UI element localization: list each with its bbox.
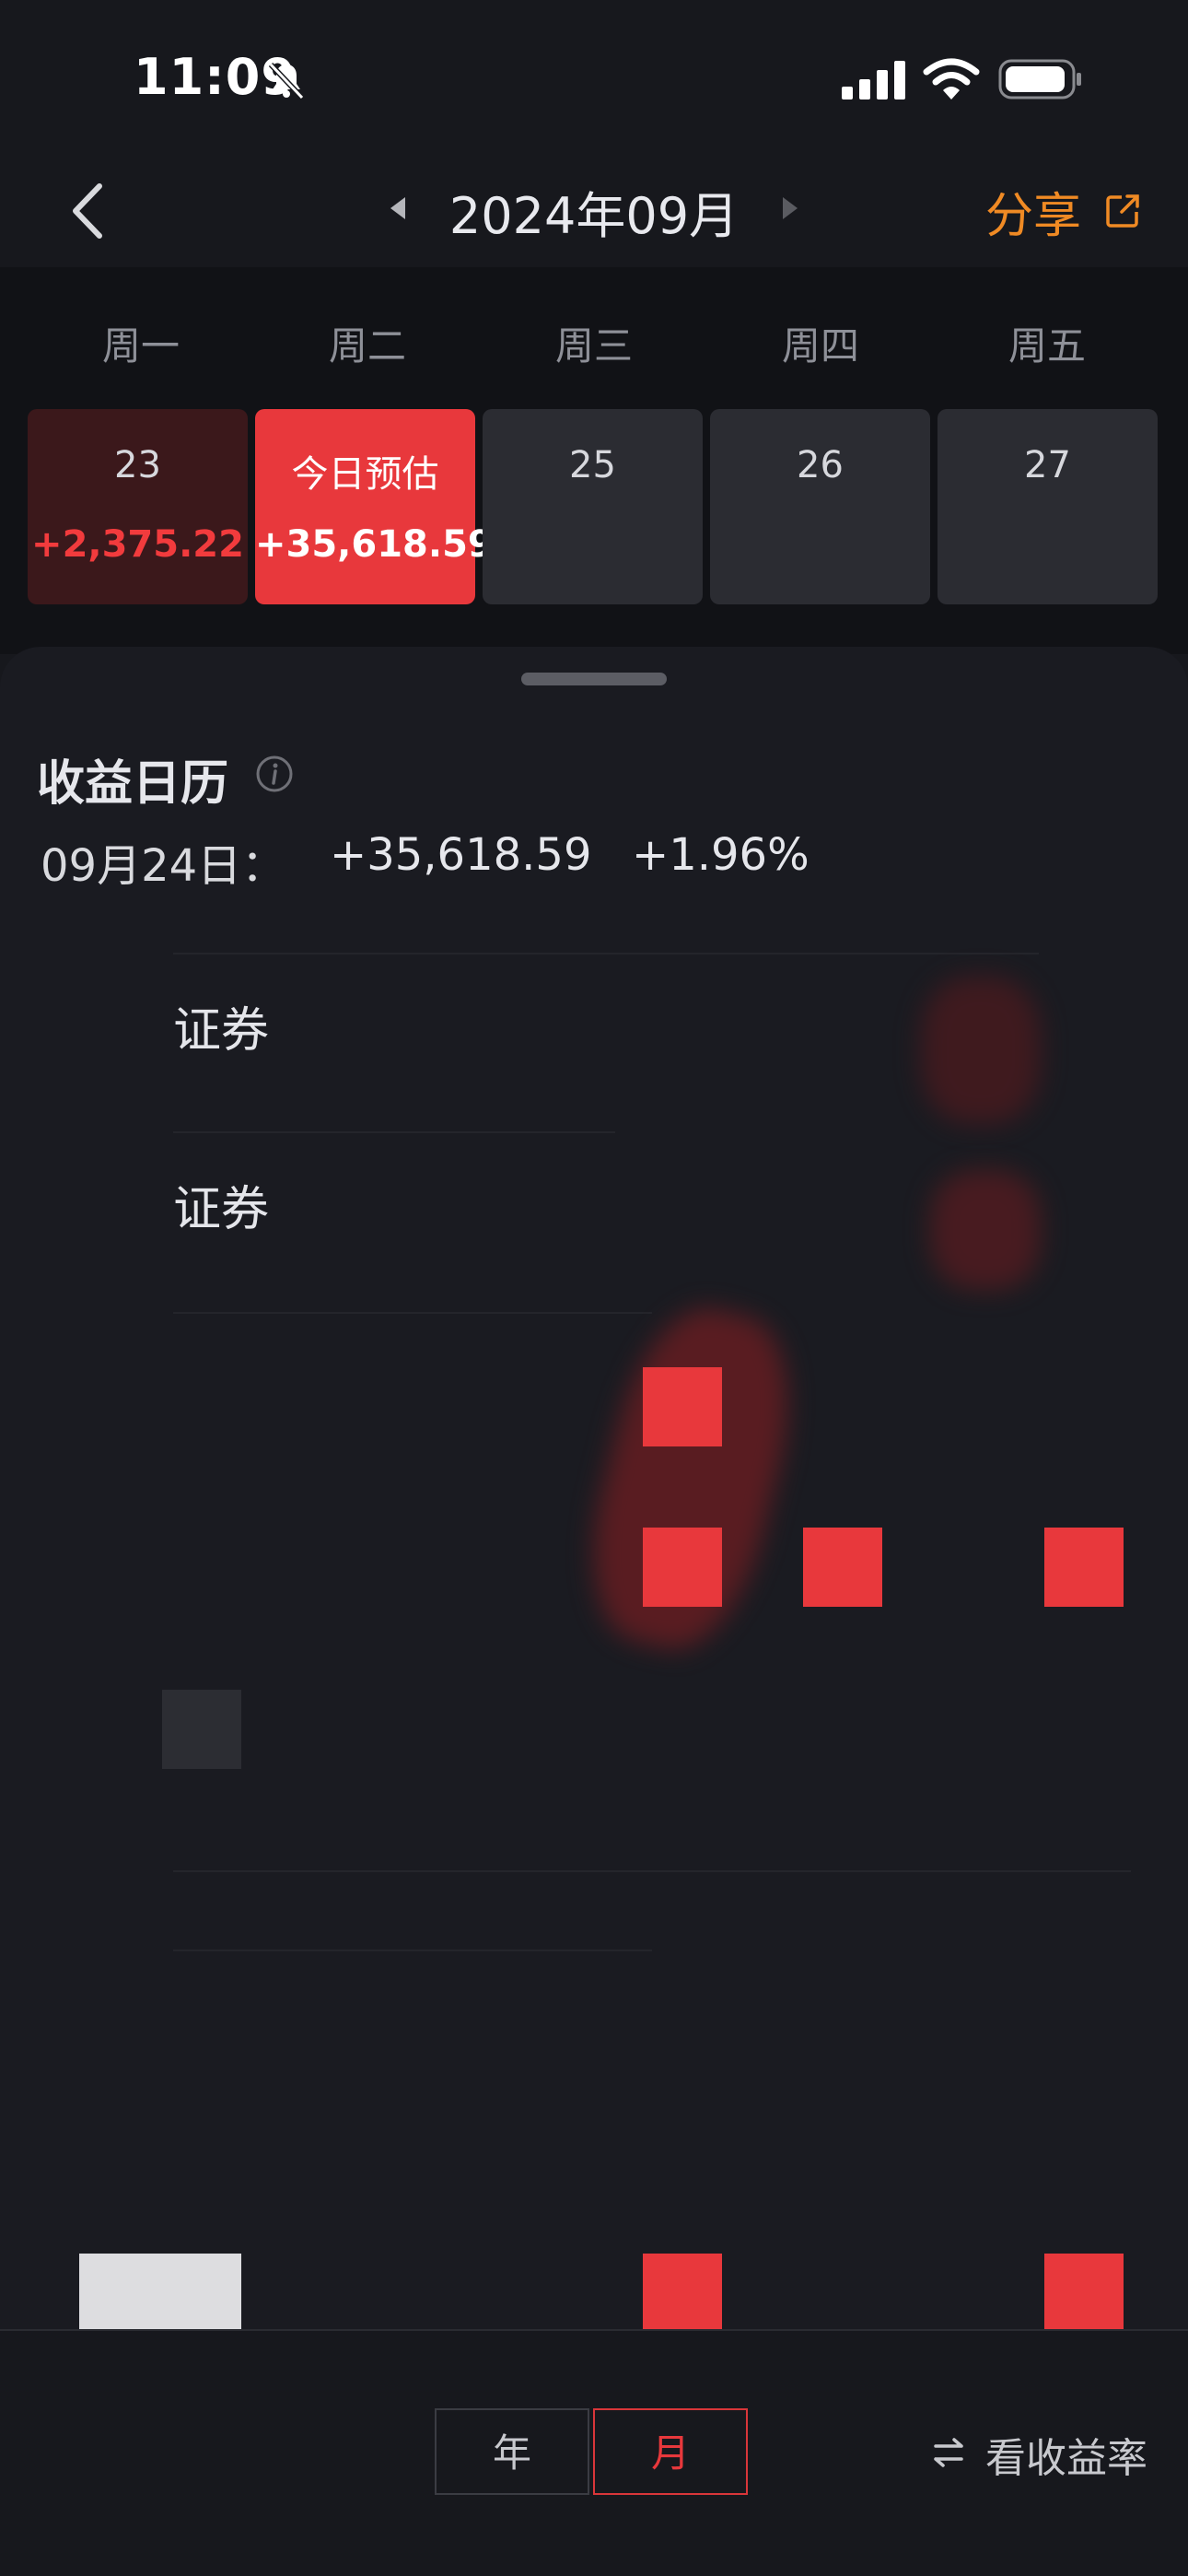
day-number: 23 <box>114 444 161 486</box>
summary-percent: +1.96% <box>632 829 809 881</box>
sheet-title: 收益日历 <box>37 756 229 812</box>
battery-icon <box>998 59 1081 100</box>
bottom-divider <box>0 2329 1188 2331</box>
info-icon[interactable] <box>254 754 295 794</box>
day-number: 今日预估 <box>291 453 439 496</box>
day-amount: +2,375.22 <box>31 523 244 566</box>
day-cell-26[interactable]: 26 <box>710 409 930 604</box>
bell-muted-icon <box>268 62 305 100</box>
weekday-wed: 周三 <box>554 323 633 369</box>
month-title: 2024年09月 <box>448 187 740 245</box>
sheet-drag-handle[interactable] <box>521 673 667 685</box>
weekday-fri: 周五 <box>1007 323 1086 369</box>
day-number: 27 <box>1024 444 1071 486</box>
day-number: 26 <box>797 444 844 486</box>
segment-month[interactable]: 月 <box>593 2408 748 2495</box>
day-cell-27[interactable]: 27 <box>938 409 1158 604</box>
texture-smudge <box>930 1170 1041 1290</box>
prev-month-arrow-icon[interactable] <box>387 195 409 221</box>
cellular-signal-icon <box>842 61 905 100</box>
divider <box>173 1950 652 1951</box>
segment-year[interactable]: 年 <box>435 2408 589 2495</box>
day-cell-today[interactable]: 今日预估 +35,618.59 <box>255 409 494 604</box>
calendar-day-profit[interactable] <box>803 1528 882 1607</box>
summary-amount: +35,618.59 <box>330 829 592 881</box>
divider <box>173 1870 1131 1872</box>
calendar-day-flat[interactable] <box>162 1690 241 1769</box>
weekday-mon: 周一 <box>101 323 180 369</box>
wifi-icon <box>923 58 980 100</box>
weekday-tue: 周二 <box>328 323 406 369</box>
account-row-label[interactable]: 证券 <box>173 1170 269 1239</box>
texture-smudge <box>921 977 1041 1124</box>
account-row-label[interactable]: 证券 <box>173 991 269 1060</box>
view-rate-toggle[interactable]: 看收益率 <box>985 2425 1147 2484</box>
next-month-arrow-icon[interactable] <box>779 195 801 221</box>
swap-arrows-icon[interactable] <box>930 2436 967 2469</box>
share-button[interactable]: 分享 <box>985 177 1081 246</box>
external-share-icon[interactable] <box>1103 192 1142 230</box>
calendar-day-profit[interactable] <box>1044 2254 1124 2329</box>
back-chevron-icon[interactable] <box>66 179 112 243</box>
day-cell-25[interactable]: 25 <box>483 409 703 604</box>
weekday-thu: 周四 <box>781 323 859 369</box>
calendar-day-selected[interactable] <box>79 2254 241 2329</box>
summary-date: 09月24日： <box>41 840 286 892</box>
day-amount: +35,618.59 <box>255 523 494 566</box>
day-cell-23[interactable]: 23 +2,375.22 <box>28 409 248 604</box>
calendar-day-profit[interactable] <box>1044 1528 1124 1607</box>
divider <box>173 953 1039 954</box>
calendar-day-profit[interactable] <box>643 1367 722 1446</box>
profit-calendar-sheet <box>0 647 1188 2329</box>
divider <box>173 1131 615 1133</box>
day-number: 25 <box>569 444 616 486</box>
calendar-day-profit[interactable] <box>643 2254 722 2329</box>
calendar-day-profit[interactable] <box>643 1528 722 1607</box>
divider <box>173 1312 652 1314</box>
